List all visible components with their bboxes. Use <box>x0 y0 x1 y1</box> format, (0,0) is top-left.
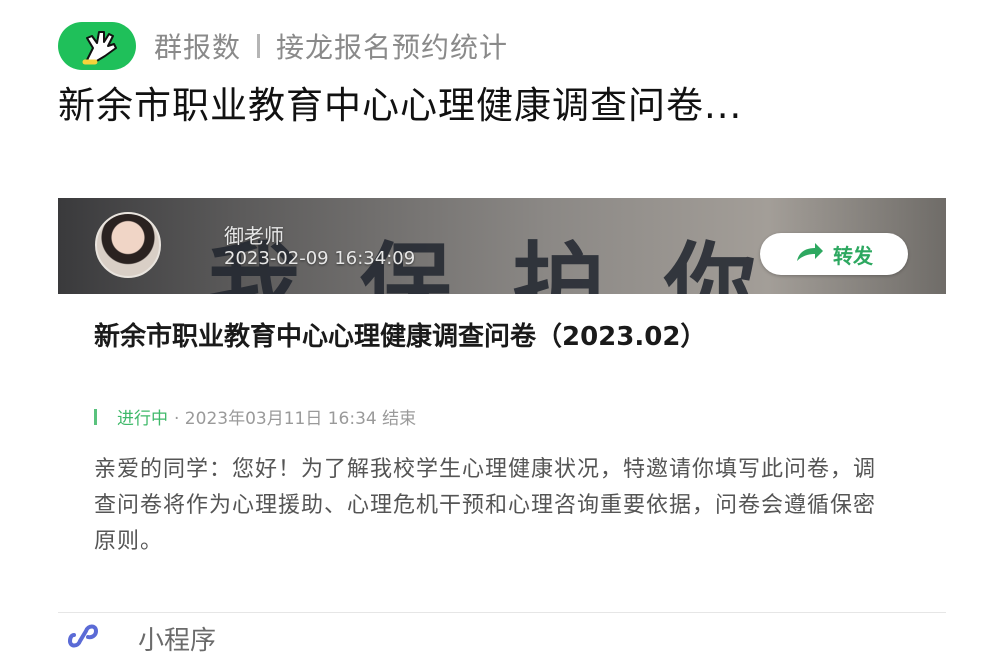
post-time: 2023-02-09 16:34:09 <box>224 248 416 269</box>
forward-arrow-icon <box>795 241 825 267</box>
forward-label: 转发 <box>833 243 873 268</box>
mini-program-label: 小程序 <box>138 625 217 656</box>
divider-bar <box>257 34 261 58</box>
footer[interactable]: 小程序 <box>64 620 216 656</box>
app-name: 群报数 <box>154 31 242 64</box>
status-badge: 进行中 <box>117 409 168 429</box>
source-row: 群报数 接龙报名预约统计 <box>58 22 508 70</box>
survey-description: 亲爱的同学：您好！为了解我校学生心理健康状况，特邀请你填写此问卷，调查问卷将作为… <box>94 457 877 554</box>
app-section: 接龙报名预约统计 <box>276 31 509 64</box>
mini-program-icon <box>64 621 112 655</box>
status-row: 进行中 · 2023年03月11日 16:34 结束 <box>94 404 416 429</box>
share-card[interactable]: 群报数 接龙报名预约统计 新余市职业教育中心心理健康调查问卷... 我保护你 御… <box>0 0 1000 666</box>
author-name: 御老师 <box>224 224 284 248</box>
banner-image: 我保护你 御老师 2023-02-09 16:34:09 转发 <box>58 198 946 294</box>
footer-divider <box>58 612 946 613</box>
card-title: 新余市职业教育中心心理健康调查问卷... <box>58 84 743 127</box>
avatar <box>95 212 161 278</box>
forward-button[interactable]: 转发 <box>760 233 908 275</box>
survey-title: 新余市职业教育中心心理健康调查问卷（2023.02） <box>94 322 707 352</box>
deadline-text: · 2023年03月11日 16:34 结束 <box>174 409 417 429</box>
survey-preview[interactable]: 我保护你 御老师 2023-02-09 16:34:09 转发 新余市职业教育中… <box>58 198 946 610</box>
hand-wave-logo-icon <box>58 22 136 70</box>
status-indicator <box>94 408 97 425</box>
